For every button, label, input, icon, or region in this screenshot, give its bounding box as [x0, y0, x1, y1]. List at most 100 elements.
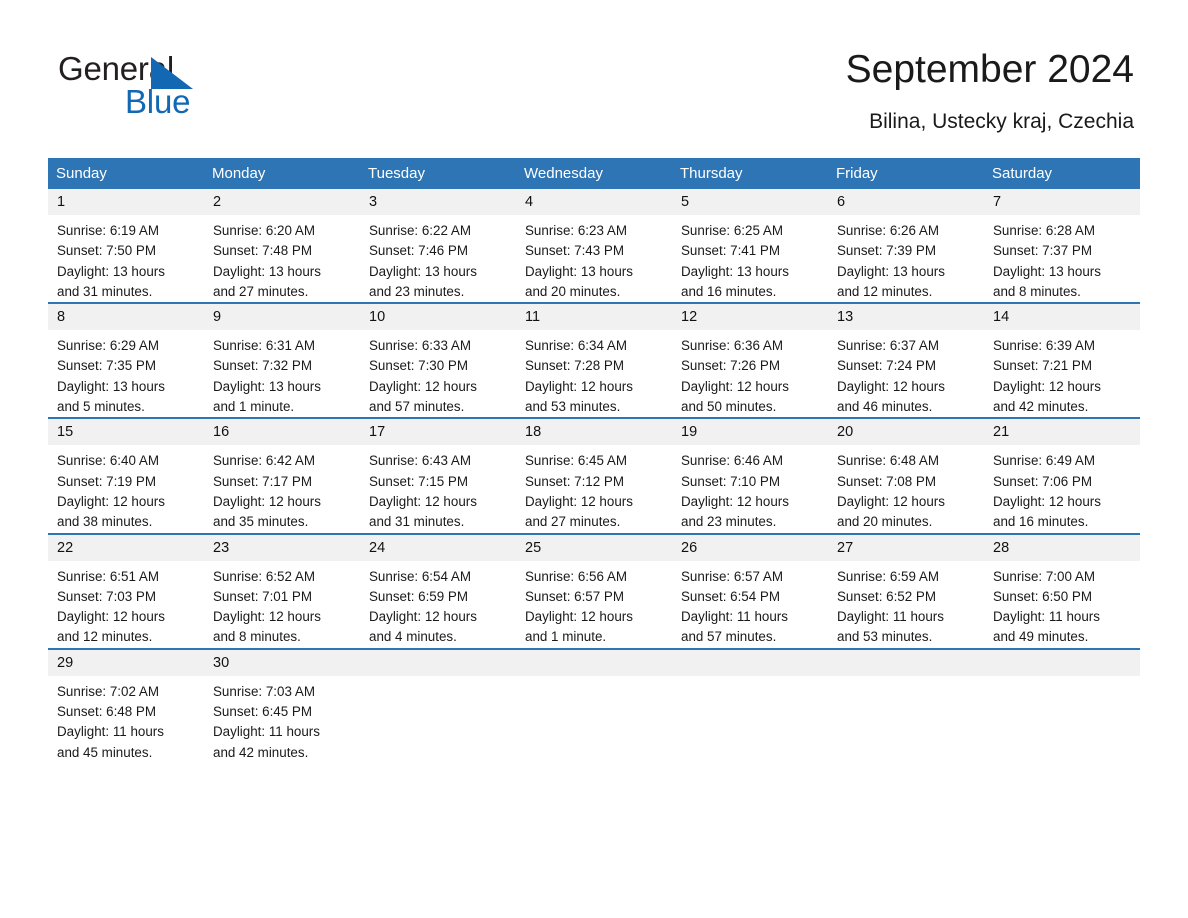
- day-number: 20: [828, 419, 984, 446]
- calendar-day-cell[interactable]: 10 Sunrise: 6:33 AM Sunset: 7:30 PM Dayl…: [360, 304, 516, 418]
- sunset-text: Sunset: 7:50 PM: [57, 243, 156, 259]
- calendar-day-cell[interactable]: 16 Sunrise: 6:42 AM Sunset: 7:17 PM Dayl…: [204, 419, 360, 533]
- day-number: 4: [516, 189, 672, 215]
- calendar-day-cell[interactable]: 17 Sunrise: 6:43 AM Sunset: 7:15 PM Dayl…: [360, 419, 516, 533]
- day-details: Sunrise: 6:37 AM Sunset: 7:24 PM Dayligh…: [828, 330, 984, 417]
- day-number: 18: [516, 419, 672, 446]
- sunrise-text: Sunrise: 6:22 AM: [369, 223, 471, 238]
- generalblue-logo: General Blue: [58, 50, 318, 122]
- calendar-week-row: 1 Sunrise: 6:19 AM Sunset: 7:50 PM Dayli…: [48, 189, 1140, 303]
- sunrise-text: Sunrise: 6:51 AM: [57, 568, 159, 584]
- calendar-day-cell[interactable]: 24 Sunrise: 6:54 AM Sunset: 6:59 PM Dayl…: [360, 534, 516, 648]
- day-details: Sunrise: 7:00 AM Sunset: 6:50 PM Dayligh…: [984, 561, 1140, 648]
- calendar-day-cell[interactable]: 12 Sunrise: 6:36 AM Sunset: 7:26 PM Dayl…: [672, 304, 828, 418]
- daylight-text-line1: Daylight: 11 hours: [837, 609, 944, 625]
- calendar-day-cell[interactable]: 14 Sunrise: 6:39 AM Sunset: 7:21 PM Dayl…: [984, 304, 1140, 418]
- daylight-text-line1: Daylight: 12 hours: [369, 493, 477, 509]
- daylight-text-line1: Daylight: 13 hours: [213, 378, 321, 394]
- daylight-text-line1: Daylight: 12 hours: [837, 493, 945, 509]
- calendar-day-cell[interactable]: 4 Sunrise: 6:23 AM Sunset: 7:43 PM Dayli…: [516, 189, 672, 303]
- daylight-text-line1: Daylight: 13 hours: [525, 263, 633, 279]
- sunset-text: Sunset: 6:45 PM: [213, 704, 312, 720]
- calendar-day-cell[interactable]: 15 Sunrise: 6:40 AM Sunset: 7:19 PM Dayl…: [48, 419, 204, 533]
- calendar-day-cell[interactable]: 13 Sunrise: 6:37 AM Sunset: 7:24 PM Dayl…: [828, 304, 984, 418]
- daylight-text-line2: and 27 minutes.: [525, 514, 621, 530]
- sunrise-text: Sunrise: 7:00 AM: [993, 568, 1095, 584]
- daylight-text-line2: and 31 minutes.: [57, 283, 153, 299]
- calendar-day-cell[interactable]: 25 Sunrise: 6:56 AM Sunset: 6:57 PM Dayl…: [516, 534, 672, 648]
- calendar-day-cell[interactable]: 11 Sunrise: 6:34 AM Sunset: 7:28 PM Dayl…: [516, 304, 672, 418]
- calendar-day-cell[interactable]: 30 Sunrise: 7:03 AM Sunset: 6:45 PM Dayl…: [204, 649, 360, 763]
- sunset-text: Sunset: 7:26 PM: [681, 358, 780, 374]
- sunset-text: Sunset: 7:21 PM: [993, 358, 1092, 374]
- day-number: 17: [360, 419, 516, 446]
- weekday-header-row: Sunday Monday Tuesday Wednesday Thursday…: [48, 158, 1140, 189]
- sunset-text: Sunset: 7:15 PM: [369, 473, 468, 489]
- daylight-text-line1: Daylight: 13 hours: [57, 378, 165, 394]
- sunrise-text: Sunrise: 6:25 AM: [681, 223, 783, 238]
- sunrise-text: Sunrise: 6:36 AM: [681, 338, 783, 354]
- day-details: Sunrise: 6:26 AM Sunset: 7:39 PM Dayligh…: [828, 215, 984, 302]
- sunrise-text: Sunrise: 7:02 AM: [57, 683, 159, 699]
- daylight-text-line2: and 31 minutes.: [369, 514, 465, 530]
- calendar-day-cell[interactable]: 20 Sunrise: 6:48 AM Sunset: 7:08 PM Dayl…: [828, 419, 984, 533]
- calendar-day-cell[interactable]: 22 Sunrise: 6:51 AM Sunset: 7:03 PM Dayl…: [48, 534, 204, 648]
- calendar-day-cell[interactable]: 5 Sunrise: 6:25 AM Sunset: 7:41 PM Dayli…: [672, 189, 828, 303]
- sunrise-text: Sunrise: 6:37 AM: [837, 338, 939, 354]
- daylight-text-line2: and 20 minutes.: [837, 514, 933, 530]
- daylight-text-line1: Daylight: 12 hours: [369, 378, 477, 394]
- calendar-day-cell[interactable]: 1 Sunrise: 6:19 AM Sunset: 7:50 PM Dayli…: [48, 189, 204, 303]
- daylight-text-line1: Daylight: 13 hours: [837, 263, 945, 279]
- calendar-day-cell[interactable]: 29 Sunrise: 7:02 AM Sunset: 6:48 PM Dayl…: [48, 649, 204, 763]
- page-header: General Blue September 2024 Bilina, Uste…: [0, 0, 1188, 150]
- weekday-header-monday: Monday: [212, 165, 266, 182]
- day-number: 28: [984, 534, 1140, 561]
- sunset-text: Sunset: 7:48 PM: [213, 243, 312, 259]
- day-number: [984, 649, 1140, 676]
- sunset-text: Sunset: 6:54 PM: [681, 588, 780, 604]
- sunset-text: Sunset: 7:46 PM: [369, 243, 468, 259]
- weekday-header-saturday: Saturday: [992, 165, 1053, 182]
- daylight-text-line1: Daylight: 13 hours: [681, 263, 789, 279]
- calendar-day-cell[interactable]: 23 Sunrise: 6:52 AM Sunset: 7:01 PM Dayl…: [204, 534, 360, 648]
- day-number: 1: [48, 189, 204, 215]
- weekday-header-wednesday: Wednesday: [524, 165, 603, 182]
- day-number: 21: [984, 419, 1140, 446]
- daylight-text-line2: and 50 minutes.: [681, 399, 777, 415]
- calendar-day-cell[interactable]: 7 Sunrise: 6:28 AM Sunset: 7:37 PM Dayli…: [984, 189, 1140, 303]
- calendar-day-cell[interactable]: 27 Sunrise: 6:59 AM Sunset: 6:52 PM Dayl…: [828, 534, 984, 648]
- calendar-day-cell[interactable]: 21 Sunrise: 6:49 AM Sunset: 7:06 PM Dayl…: [984, 419, 1140, 533]
- daylight-text-line2: and 53 minutes.: [837, 629, 933, 645]
- calendar-day-cell[interactable]: 3 Sunrise: 6:22 AM Sunset: 7:46 PM Dayli…: [360, 189, 516, 303]
- day-details: Sunrise: 6:46 AM Sunset: 7:10 PM Dayligh…: [672, 445, 828, 532]
- logo-text-blue: Blue: [125, 83, 191, 120]
- calendar-day-cell[interactable]: 2 Sunrise: 6:20 AM Sunset: 7:48 PM Dayli…: [204, 189, 360, 303]
- calendar-day-cell[interactable]: 8 Sunrise: 6:29 AM Sunset: 7:35 PM Dayli…: [48, 304, 204, 418]
- calendar-day-cell[interactable]: 26 Sunrise: 6:57 AM Sunset: 6:54 PM Dayl…: [672, 534, 828, 648]
- sunrise-text: Sunrise: 6:34 AM: [525, 338, 627, 354]
- calendar-day-cell[interactable]: 18 Sunrise: 6:45 AM Sunset: 7:12 PM Dayl…: [516, 419, 672, 533]
- day-details: Sunrise: 6:33 AM Sunset: 7:30 PM Dayligh…: [360, 330, 516, 417]
- calendar-day-cell[interactable]: 6 Sunrise: 6:26 AM Sunset: 7:39 PM Dayli…: [828, 189, 984, 303]
- sunset-text: Sunset: 7:17 PM: [213, 473, 312, 489]
- calendar-day-cell[interactable]: 28 Sunrise: 7:00 AM Sunset: 6:50 PM Dayl…: [984, 534, 1140, 648]
- day-number: 3: [360, 189, 516, 215]
- day-details: Sunrise: 6:43 AM Sunset: 7:15 PM Dayligh…: [360, 445, 516, 532]
- calendar-week-row: 29 Sunrise: 7:02 AM Sunset: 6:48 PM Dayl…: [48, 647, 1140, 763]
- sunset-text: Sunset: 6:57 PM: [525, 588, 624, 604]
- day-details: Sunrise: 7:02 AM Sunset: 6:48 PM Dayligh…: [48, 676, 204, 763]
- daylight-text-line2: and 23 minutes.: [369, 283, 465, 299]
- daylight-text-line2: and 53 minutes.: [525, 399, 621, 415]
- daylight-text-line1: Daylight: 12 hours: [525, 493, 633, 509]
- sunrise-text: Sunrise: 6:33 AM: [369, 338, 471, 354]
- calendar-day-cell-empty: [516, 649, 672, 763]
- sunrise-text: Sunrise: 7:03 AM: [213, 683, 315, 699]
- day-details: Sunrise: 6:54 AM Sunset: 6:59 PM Dayligh…: [360, 561, 516, 648]
- day-number: 19: [672, 419, 828, 446]
- calendar-day-cell[interactable]: 19 Sunrise: 6:46 AM Sunset: 7:10 PM Dayl…: [672, 419, 828, 533]
- sunrise-text: Sunrise: 6:20 AM: [213, 223, 315, 238]
- daylight-text-line1: Daylight: 13 hours: [369, 263, 477, 279]
- day-details: Sunrise: 6:23 AM Sunset: 7:43 PM Dayligh…: [516, 215, 672, 302]
- calendar-day-cell[interactable]: 9 Sunrise: 6:31 AM Sunset: 7:32 PM Dayli…: [204, 304, 360, 418]
- day-number: 12: [672, 304, 828, 331]
